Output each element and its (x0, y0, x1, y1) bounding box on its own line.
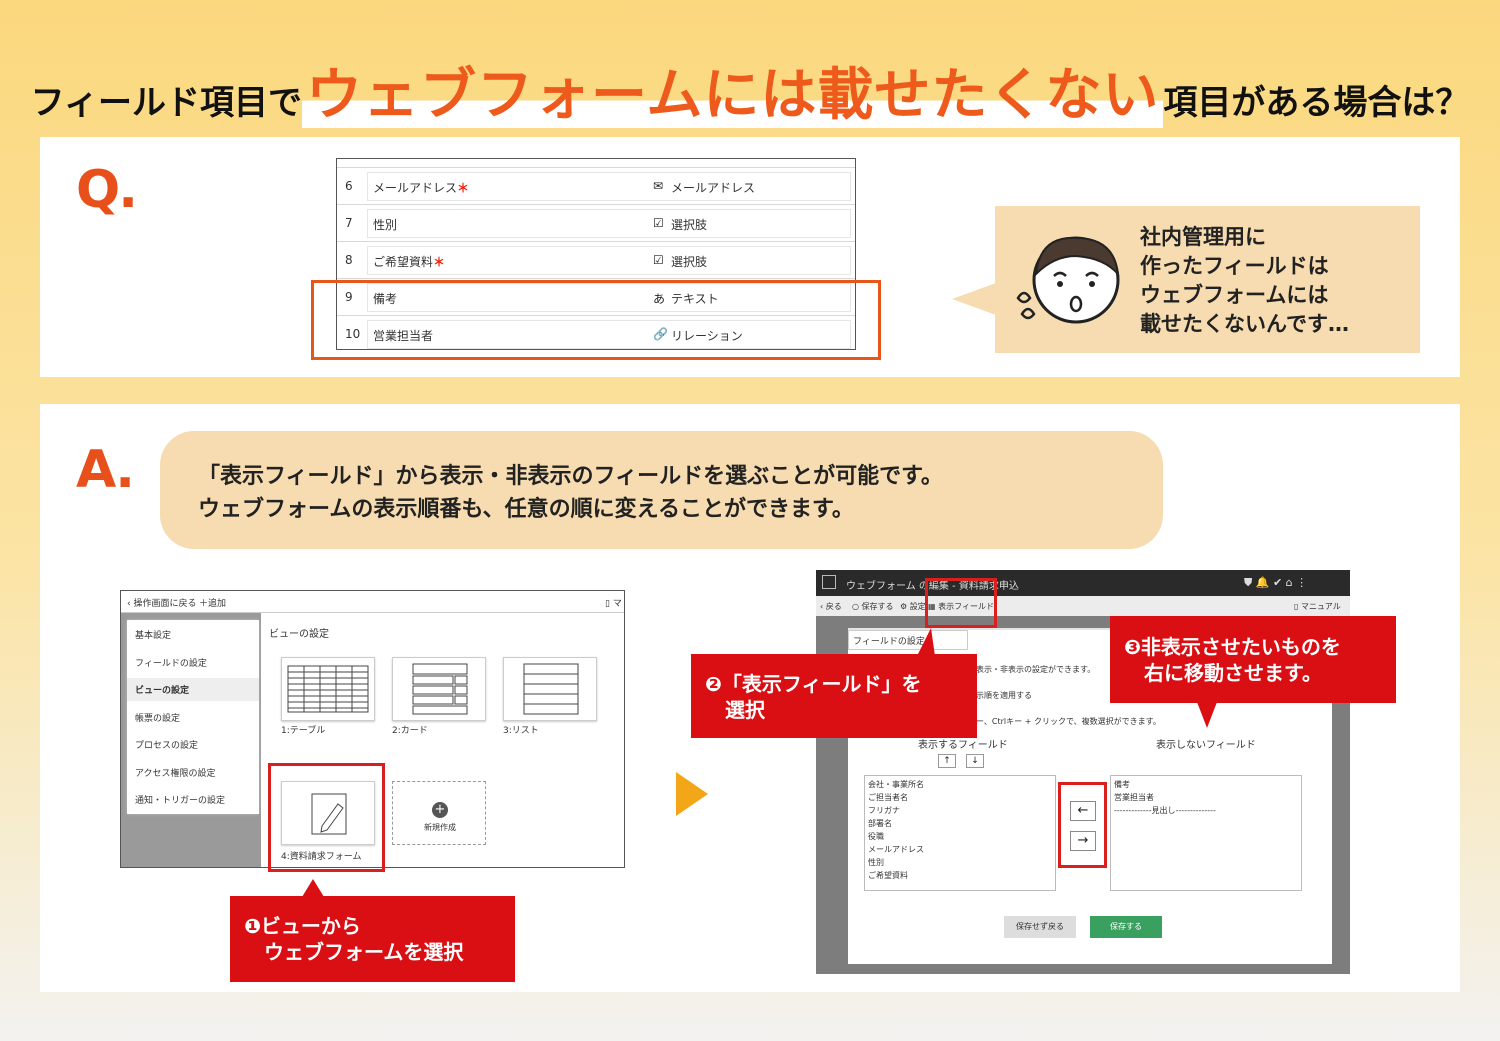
list-item[interactable]: ご希望資料 (868, 869, 1052, 882)
callout-3-tail (1197, 702, 1217, 728)
row-number: 6 (345, 179, 353, 193)
next-arrow-icon (676, 772, 708, 816)
back-button[interactable]: ‹ 戻る (820, 601, 842, 612)
list-item[interactable]: 性別 (868, 856, 1052, 869)
hidden-fields-label: 表示しないフィールド (1156, 740, 1256, 751)
row-number: 8 (345, 253, 353, 267)
title-prefix: フィールド項目で (30, 83, 302, 123)
callout-1: ❶ビューから ウェブフォームを選択 (230, 896, 515, 982)
callout-2: ❷「表示フィールド」を 選択 (691, 654, 977, 738)
view-card-table[interactable] (281, 657, 375, 721)
required-mark: ＊ (433, 255, 446, 269)
required-mark: ＊ (457, 181, 470, 195)
bubble-tail (952, 283, 996, 315)
save-toolbar-button[interactable]: ○ 保存する (852, 601, 894, 612)
dialog-desc-2: 示順を適用する (976, 691, 1032, 700)
toolbar: ‹ 戻る ○ 保存する ⚙ 設定 ▦ 表示フィールド ▯ マニュアル (816, 596, 1350, 616)
manual-button[interactable]: ▯ マニュアル (1294, 601, 1341, 612)
field-type-icon: ☑ (653, 216, 664, 230)
move-up-button[interactable]: ↑ (938, 754, 956, 768)
section-title: ビューの設定 (269, 629, 329, 640)
bubble-text: 社内管理用に 作ったフィールドは ウェブフォームには 載せたくないんです… (1140, 225, 1349, 336)
sidebar-item[interactable]: 基本設定 (135, 628, 171, 641)
view-label-2: 2:カード (392, 726, 428, 736)
field-label: メールアドレス＊ (373, 181, 470, 195)
new-view-label: 新規作成 (424, 823, 456, 832)
sidebar-item[interactable]: 通知・トリガーの設定 (135, 793, 225, 806)
shot1-topbar: ‹ 操作画面に戻る ＋追加 ▯ マ (121, 591, 624, 613)
callout-2-tail (917, 628, 935, 656)
shown-fields-label: 表示するフィールド (918, 740, 1008, 751)
plus-icon: + (432, 802, 448, 818)
a-letter: A. (76, 440, 135, 500)
save-button[interactable]: 保存する (1090, 916, 1162, 938)
add-link[interactable]: ＋追加 (199, 596, 226, 609)
sidebar-item[interactable]: プロセスの設定 (135, 738, 198, 751)
field-label: ご希望資料＊ (373, 255, 446, 269)
callout-2-text: ❷「表示フィールド」を 選択 (705, 672, 922, 722)
hidden-fields-list[interactable]: 備考 営業担当者 -------------見出し-------------- (1110, 775, 1302, 891)
field-label: 性別 (373, 218, 398, 232)
view-card-list[interactable] (503, 657, 597, 721)
settings-toolbar-button[interactable]: ⚙ 設定 (900, 601, 926, 612)
answer-line-2: ウェブフォームの表示順番も、任意の順に変えることができます。 (198, 497, 854, 522)
menu-icon[interactable] (822, 575, 836, 589)
view-card-card[interactable] (392, 657, 486, 721)
table-row: 8 ご希望資料＊ ☑ 選択肢 (337, 241, 855, 278)
cancel-button[interactable]: 保存せず戻る (1004, 916, 1076, 938)
list-item[interactable]: -------------見出し-------------- (1114, 804, 1298, 817)
dialog-desc-3: ー、Ctrlキー + クリックで、複数選択ができます。 (976, 717, 1161, 726)
table-row: 6 メールアドレス＊ ✉ メールアドレス (337, 167, 855, 204)
settings-sidebar: 基本設定フィールドの設定ビューの設定帳票の設定プロセスの設定アクセス権限の設定通… (127, 620, 259, 814)
list-item[interactable]: 部署名 (868, 817, 1052, 830)
list-item[interactable]: 役職 (868, 830, 1052, 843)
row-number: 7 (345, 216, 353, 230)
title-highlight: ウェブフォームには載せたくない (302, 63, 1164, 128)
view-label-1: 1:テーブル (281, 726, 326, 736)
dialog-title: フィールドの設定 (848, 630, 968, 650)
worried-face-icon (1016, 236, 1120, 324)
display-fields-highlight-box (925, 578, 997, 628)
move-down-button[interactable]: ↓ (966, 754, 984, 768)
field-type: 選択肢 (671, 218, 708, 232)
list-item[interactable]: 備考 (1114, 778, 1298, 791)
callout-3-text: ❸非表示させたいものを 右に移動させます。 (1124, 635, 1341, 685)
field-type-icon: ✉ (653, 179, 664, 193)
table-row: 7 性別 ☑ 選択肢 (337, 204, 855, 241)
field-type: メールアドレス (671, 181, 756, 195)
move-buttons-highlight-box (1058, 782, 1107, 868)
q-highlight-box (311, 280, 881, 360)
field-type-icon: ☑ (653, 253, 664, 267)
list-item[interactable]: ご担当者名 (868, 791, 1052, 804)
field-type: 選択肢 (671, 255, 708, 269)
sidebar-item[interactable]: 帳票の設定 (135, 711, 180, 724)
answer-banner (160, 431, 1163, 549)
manual-link[interactable]: ▯ マ (605, 596, 622, 609)
page-title: フィールド項目でウェブフォームには載せたくない 項目がある場合は？ (0, 50, 1500, 131)
q-letter: Q. (76, 160, 138, 220)
view-label-3: 3:リスト (503, 726, 539, 736)
back-link[interactable]: ‹ 操作画面に戻る (127, 596, 196, 609)
title-suffix: 項目がある場合は？ (1163, 83, 1470, 123)
dialog-desc-1: 表示・非表示の設定ができます。 (976, 665, 1096, 674)
callout-1-tail (302, 879, 324, 897)
answer-line-1: 「表示フィールド」から表示・非表示のフィールドを選ぶことが可能です。 (198, 464, 943, 489)
sidebar-item[interactable]: フィールドの設定 (135, 656, 207, 669)
callout-1-text: ❶ビューから ウェブフォームを選択 (244, 914, 464, 964)
list-item[interactable]: 営業担当者 (1114, 791, 1298, 804)
shown-fields-list[interactable]: 会社・事業所名 ご担当者名 フリガナ 部署名 役職 メールアドレス 性別 ご希望資料 (864, 775, 1056, 891)
app-header: ウェブフォーム の編集 - 資料請求申込 ⛊ 🔔 ✔ ⌂ ⋮ (816, 570, 1350, 596)
callout-3: ❸非表示させたいものを 右に移動させます。 (1110, 616, 1396, 703)
sidebar-item[interactable]: アクセス権限の設定 (135, 766, 216, 779)
header-icons[interactable]: ⛊ 🔔 ✔ ⌂ ⋮ (1244, 576, 1307, 590)
sidebar-item[interactable]: ビューの設定 (127, 678, 259, 701)
webform-highlight-box (268, 763, 385, 872)
new-view-button[interactable]: + 新規作成 (392, 781, 486, 845)
list-item[interactable]: 会社・事業所名 (868, 778, 1052, 791)
list-item[interactable]: メールアドレス (868, 843, 1052, 856)
list-item[interactable]: フリガナ (868, 804, 1052, 817)
